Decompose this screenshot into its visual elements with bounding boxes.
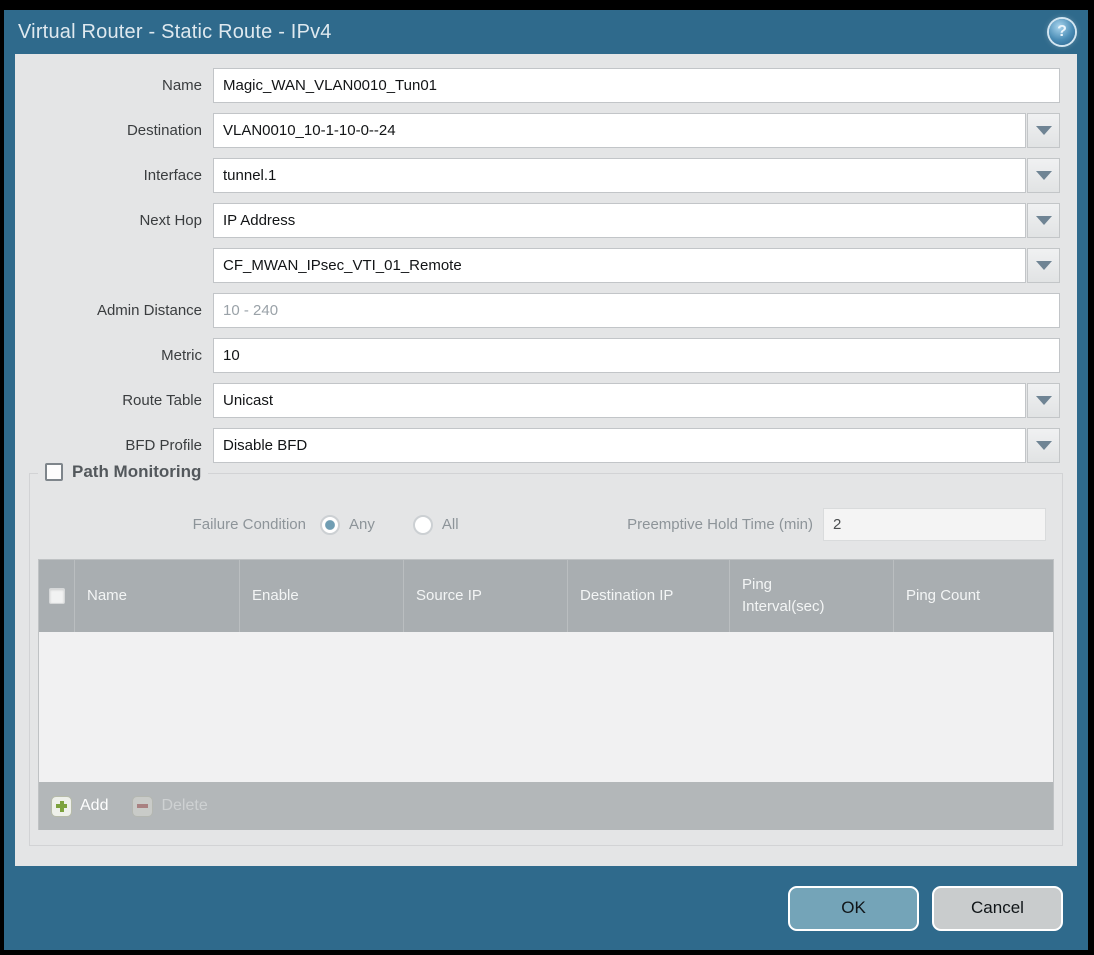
- path-monitoring-checkbox[interactable]: [45, 463, 63, 481]
- failure-condition-radio-all[interactable]: [412, 514, 433, 535]
- column-header-name: Name: [74, 560, 239, 632]
- radio-any-label: Any: [349, 516, 375, 533]
- delete-button[interactable]: Delete: [132, 795, 208, 817]
- column-header-ping-interval: Ping Interval(sec): [729, 560, 893, 632]
- route-table-input[interactable]: [213, 383, 1026, 418]
- column-header-destination-ip: Destination IP: [567, 560, 729, 632]
- delete-icon: [132, 795, 154, 817]
- next-hop-type-input[interactable]: [213, 203, 1026, 238]
- chevron-down-icon: [1035, 216, 1052, 225]
- chevron-down-icon: [1035, 171, 1052, 180]
- form-row-metric: Metric: [15, 338, 1060, 373]
- chevron-down-icon: [1035, 441, 1052, 450]
- form-row-interface: Interface: [15, 158, 1060, 193]
- bfd-profile-dropdown-button[interactable]: [1027, 428, 1060, 463]
- column-header-enable: Enable: [239, 560, 403, 632]
- next-hop-label: Next Hop: [139, 212, 202, 229]
- preemptive-hold-time-label: Preemptive Hold Time (min): [627, 516, 813, 533]
- form-row-admin-distance: Admin Distance: [15, 293, 1060, 328]
- path-monitoring-table: Name Enable Source IP Destination IP Pin…: [38, 559, 1054, 830]
- select-all-checkbox[interactable]: [48, 588, 65, 604]
- bfd-profile-input[interactable]: [213, 428, 1026, 463]
- path-monitoring-title: Path Monitoring: [72, 462, 202, 481]
- form-row-next-hop: Next Hop: [15, 203, 1060, 238]
- dialog-content: Name Destination Interface: [15, 54, 1077, 866]
- chevron-down-icon: [1035, 396, 1052, 405]
- column-header-ping-count: Ping Count: [893, 560, 1053, 632]
- dialog-window: Virtual Router - Static Route - IPv4 ? N…: [4, 10, 1088, 950]
- metric-label: Metric: [161, 347, 202, 364]
- route-table-label: Route Table: [122, 392, 202, 409]
- page-title: Virtual Router - Static Route - IPv4: [18, 20, 332, 43]
- add-button[interactable]: Add: [51, 795, 108, 817]
- failure-condition-row: Failure Condition Any All Preemptive Hol…: [38, 508, 1054, 541]
- destination-label: Destination: [126, 122, 202, 139]
- interface-input[interactable]: [213, 158, 1026, 193]
- cancel-button[interactable]: Cancel: [932, 885, 1063, 931]
- form-row-next-hop-value: [15, 248, 1060, 283]
- form-row-route-table: Route Table: [15, 383, 1060, 418]
- column-header-source-ip: Source IP: [403, 560, 567, 632]
- path-monitoring-legend: Path Monitoring: [38, 462, 209, 482]
- failure-condition-radio-any[interactable]: [320, 514, 340, 535]
- admin-distance-label: Admin Distance: [96, 302, 202, 319]
- metric-input[interactable]: [213, 338, 1060, 373]
- form-row-bfd-profile: BFD Profile: [15, 428, 1060, 463]
- destination-dropdown-button[interactable]: [1027, 113, 1060, 148]
- bfd-profile-label: BFD Profile: [125, 437, 202, 454]
- table-footer: Add Delete: [39, 782, 1053, 830]
- radio-all-label: All: [441, 516, 459, 533]
- dialog-footer: OK Cancel: [4, 866, 1088, 950]
- interface-label: Interface: [143, 167, 202, 184]
- preemptive-hold-time-input[interactable]: [823, 508, 1046, 541]
- admin-distance-input[interactable]: [213, 293, 1060, 328]
- titlebar: Virtual Router - Static Route - IPv4 ?: [4, 10, 1088, 54]
- name-label: Name: [161, 77, 202, 94]
- next-hop-type-dropdown-button[interactable]: [1027, 203, 1060, 238]
- chevron-down-icon: [1035, 126, 1052, 135]
- table-body-empty: [39, 632, 1053, 782]
- chevron-down-icon: [1035, 261, 1052, 270]
- table-header-checkbox-cell: [39, 560, 74, 632]
- path-monitoring-section: Path Monitoring Failure Condition Any Al…: [29, 462, 1063, 846]
- next-hop-address-input[interactable]: [213, 248, 1026, 283]
- destination-input[interactable]: [213, 113, 1026, 148]
- next-hop-address-dropdown-button[interactable]: [1027, 248, 1060, 283]
- form-row-name: Name: [15, 68, 1060, 103]
- form-row-destination: Destination: [15, 113, 1060, 148]
- failure-condition-label: Failure Condition: [192, 516, 306, 533]
- add-icon: [51, 795, 72, 817]
- name-input[interactable]: [213, 68, 1060, 103]
- interface-dropdown-button[interactable]: [1027, 158, 1060, 193]
- ok-button[interactable]: OK: [788, 885, 919, 931]
- help-icon[interactable]: ?: [1049, 19, 1075, 45]
- table-header-row: Name Enable Source IP Destination IP Pin…: [39, 560, 1053, 632]
- route-table-dropdown-button[interactable]: [1027, 383, 1060, 418]
